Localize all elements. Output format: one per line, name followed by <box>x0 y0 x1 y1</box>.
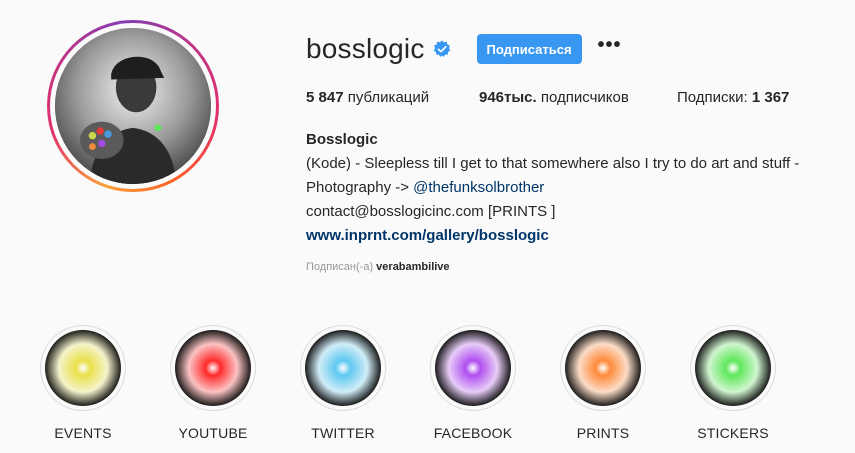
highlight-facebook[interactable]: FACEBOOK <box>408 325 538 441</box>
mention-link[interactable]: @thefunksolbrother <box>413 179 544 196</box>
more-options-icon[interactable]: ••• <box>598 35 622 63</box>
highlight-label: PRINTS <box>576 425 630 441</box>
posts-label: публикаций <box>347 89 430 106</box>
avatar-image <box>55 28 211 184</box>
bio-line-2: Photography -> @thefunksolbrother <box>306 176 846 200</box>
highlight-cover <box>695 330 771 406</box>
profile-page: bosslogic Подписаться ••• 5 847 публикац… <box>0 0 855 453</box>
bio-line-1: (Kode) - Sleepless till I get to that so… <box>306 155 800 172</box>
highlight-events[interactable]: EVENTS <box>18 325 148 441</box>
followers-count: 946тыс. <box>479 89 537 106</box>
followers-stat[interactable]: 946тыс. подписчиков <box>479 89 677 106</box>
verified-badge-icon <box>433 40 451 58</box>
story-highlights: EVENTS YOUTUBE TWITTER FACEBOOK PRINTS S… <box>18 325 798 441</box>
profile-header: bosslogic Подписаться ••• <box>306 32 622 66</box>
highlight-cover <box>45 330 121 406</box>
avatar[interactable] <box>55 28 211 184</box>
highlight-twitter[interactable]: TWITTER <box>278 325 408 441</box>
highlight-stickers[interactable]: STICKERS <box>668 325 798 441</box>
highlight-cover <box>305 330 381 406</box>
highlight-cover <box>565 330 641 406</box>
highlight-label: STICKERS <box>697 425 769 441</box>
highlight-label: YOUTUBE <box>178 425 248 441</box>
full-name: Bosslogic <box>306 131 378 148</box>
followed-by-user: verabambilive <box>376 261 450 273</box>
username: bosslogic <box>306 33 425 64</box>
followers-label: подписчиков <box>540 89 629 106</box>
followed-by[interactable]: Подписан(-а) verabambilive <box>306 261 450 273</box>
profile-stats: 5 847 публикаций 946тыс. подписчиков Под… <box>306 89 789 106</box>
highlight-cover <box>435 330 511 406</box>
following-count: 1 367 <box>751 89 790 106</box>
bio-line-2-text: Photography -> <box>306 179 414 196</box>
bio-line-3: contact@bosslogicinc.com [PRINTS ] <box>306 203 556 220</box>
highlight-youtube[interactable]: YOUTUBE <box>148 325 278 441</box>
highlight-prints[interactable]: PRINTS <box>538 325 668 441</box>
story-ring[interactable] <box>47 20 219 192</box>
following-label: Подписки: <box>677 89 748 106</box>
profile-bio: Bosslogic (Kode) - Sleepless till I get … <box>306 128 846 248</box>
highlight-label: FACEBOOK <box>433 425 513 441</box>
following-stat[interactable]: Подписки: 1 367 <box>677 89 789 106</box>
posts-count: 5 847 <box>306 89 344 106</box>
website-link[interactable]: www.inprnt.com/gallery/bosslogic <box>306 224 846 248</box>
follow-button[interactable]: Подписаться <box>476 34 582 64</box>
highlight-cover <box>175 330 251 406</box>
posts-stat: 5 847 публикаций <box>306 89 479 106</box>
highlight-label: TWITTER <box>311 425 375 441</box>
highlight-label: EVENTS <box>54 425 112 441</box>
followed-by-label: Подписан(-а) <box>306 261 374 273</box>
